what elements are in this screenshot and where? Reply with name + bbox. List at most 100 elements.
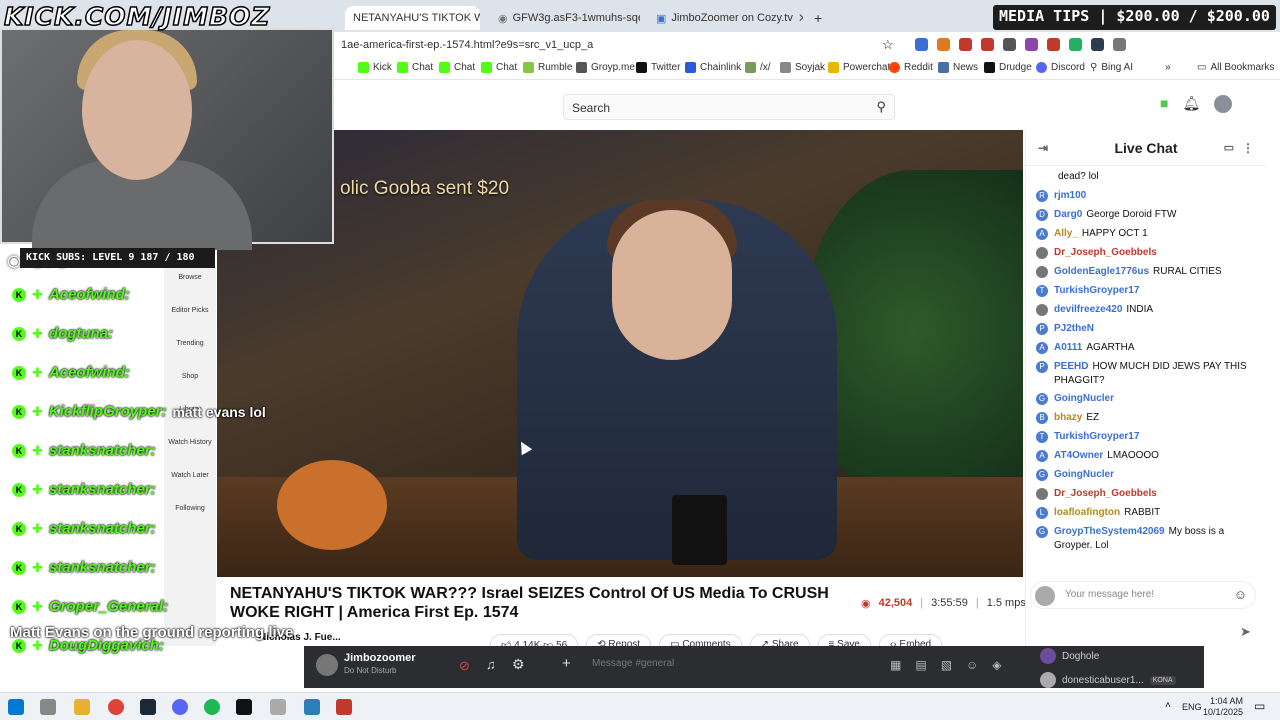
- chat-username[interactable]: GoingNucler: [1054, 393, 1114, 404]
- url-field[interactable]: 1ae-america-first-ep.-1574.html?e9s=src_…: [341, 39, 593, 51]
- extension-icon[interactable]: [1091, 38, 1104, 51]
- chat-avatar: [1036, 266, 1048, 278]
- app-icon[interactable]: [304, 699, 320, 715]
- extension-icon[interactable]: [937, 38, 950, 51]
- chat-username[interactable]: PEEHD: [1054, 361, 1088, 372]
- chrome-icon[interactable]: [108, 699, 124, 715]
- bookmark-drudge[interactable]: Drudge: [984, 62, 1032, 73]
- mic-muted-icon[interactable]: ⊘: [459, 658, 470, 674]
- folder-icon[interactable]: [74, 699, 90, 715]
- bookmark-discord[interactable]: Discord: [1036, 62, 1085, 73]
- terminal-icon[interactable]: [236, 699, 252, 715]
- more-icon[interactable]: ⋮: [1242, 141, 1254, 155]
- bookmark-rumble[interactable]: Rumble: [523, 62, 572, 73]
- gif-icon[interactable]: ▤: [915, 658, 926, 672]
- notification-icon[interactable]: ▭: [1254, 699, 1265, 713]
- task-view-icon[interactable]: [40, 699, 56, 715]
- bookmark-groyp[interactable]: Groyp.me: [576, 62, 635, 73]
- chat-username[interactable]: GroypTheSystem42069: [1054, 526, 1165, 537]
- chat-message-body: TurkishGroyper17: [1054, 284, 1143, 298]
- bookmark-chainlink[interactable]: Chainlink: [685, 62, 741, 73]
- bell-icon[interactable]: 🔔︎: [1182, 95, 1200, 113]
- bookmark-chat[interactable]: Chat: [397, 62, 433, 73]
- bookmark-kick[interactable]: Kick: [358, 62, 392, 73]
- chat-username[interactable]: bhazy: [1054, 412, 1082, 423]
- chat-username[interactable]: Ally_: [1054, 228, 1078, 239]
- chat-username[interactable]: GoingNucler: [1054, 469, 1114, 480]
- bookmark-chat[interactable]: Chat: [481, 62, 517, 73]
- chat-username[interactable]: Darg0: [1054, 209, 1082, 220]
- new-tab-button[interactable]: +: [806, 6, 826, 30]
- chat-username[interactable]: devilfreeze420: [1054, 304, 1122, 315]
- chat-username[interactable]: rjm100: [1054, 190, 1086, 201]
- bookmark-label: Drudge: [999, 62, 1032, 73]
- bookmark-soyjak[interactable]: Soyjak: [780, 62, 825, 73]
- bookmark-chat[interactable]: Chat: [439, 62, 475, 73]
- bookmark-x[interactable]: /x/: [745, 62, 771, 73]
- extension-icon[interactable]: [1069, 38, 1082, 51]
- chat-username[interactable]: Dr_Joseph_Goebbels: [1054, 247, 1157, 258]
- obs-icon[interactable]: [336, 699, 352, 715]
- avatar[interactable]: [1214, 95, 1233, 113]
- emoji-icon[interactable]: ☺: [1234, 587, 1247, 602]
- bookmark-label: Chainlink: [700, 62, 742, 73]
- bookmark-twitter[interactable]: Twitter: [636, 62, 680, 73]
- chat-username[interactable]: TurkishGroyper17: [1054, 285, 1139, 296]
- chat-username[interactable]: A0111: [1054, 342, 1082, 353]
- all-bookmarks[interactable]: ▭ All Bookmarks: [1197, 62, 1274, 73]
- popout-icon[interactable]: ▭: [1224, 141, 1234, 154]
- video-player[interactable]: [217, 130, 1023, 577]
- chat-avatar: [1036, 304, 1048, 316]
- chat-username[interactable]: loafloafington: [1054, 507, 1120, 518]
- close-icon[interactable]: ✕: [798, 11, 803, 25]
- tab-netanyahu[interactable]: NETANYAHU'S TIKTOK WA ✕: [345, 6, 480, 30]
- bookmark-bing[interactable]: ⚲ Bing AI: [1090, 62, 1133, 73]
- steam-icon[interactable]: [140, 699, 156, 715]
- tray-chevron-icon[interactable]: ˄: [1165, 700, 1171, 711]
- discord-member[interactable]: donesticabuser1... KONA: [1040, 672, 1176, 688]
- extension-icon[interactable]: [959, 38, 972, 51]
- collapse-icon[interactable]: ⇥: [1038, 141, 1048, 155]
- gear-icon[interactable]: ⚙: [512, 656, 525, 673]
- bookmark-reddit[interactable]: Reddit: [889, 62, 933, 73]
- extension-icon[interactable]: [1047, 38, 1060, 51]
- chat-input[interactable]: Your message here! ☺: [1030, 581, 1256, 609]
- chat-message: Dr_Joseph_Goebbels: [1026, 485, 1266, 504]
- discord-member[interactable]: Doghole: [1040, 648, 1099, 664]
- chat-avatar: B: [1036, 412, 1048, 424]
- app-icon[interactable]: [270, 699, 286, 715]
- spotify-icon[interactable]: [204, 699, 220, 715]
- bookmark-news[interactable]: News: [938, 62, 978, 73]
- emoji-icon[interactable]: ☺: [966, 658, 978, 672]
- chat-username[interactable]: TurkishGroyper17: [1054, 431, 1139, 442]
- clock[interactable]: 1:04 AM 10/1/2025: [1203, 696, 1243, 718]
- camera-icon[interactable]: ■: [1160, 95, 1168, 113]
- star-icon[interactable]: ☆: [882, 37, 894, 53]
- headset-icon[interactable]: ♫: [486, 657, 496, 672]
- game-icon[interactable]: ◈: [992, 658, 1001, 672]
- send-icon[interactable]: ➤: [1240, 624, 1251, 640]
- search-input[interactable]: Search ⚲: [563, 94, 895, 120]
- extension-icon[interactable]: [981, 38, 994, 51]
- tab-gfw[interactable]: ◉ GFW3g.asF3-1wmuhs-sqec7i ✕: [490, 6, 640, 30]
- discord-icon[interactable]: [172, 699, 188, 715]
- search-icon[interactable]: ⚲: [876, 99, 886, 115]
- bookmark-powerchat[interactable]: Powerchat: [828, 62, 890, 73]
- chat-username[interactable]: AT4Owner: [1054, 450, 1103, 461]
- extension-icon[interactable]: [1003, 38, 1016, 51]
- puzzle-icon[interactable]: [1113, 38, 1126, 51]
- chat-username[interactable]: GoldenEagle1776us: [1054, 266, 1149, 277]
- gift-icon[interactable]: ▦: [890, 658, 901, 672]
- avatar[interactable]: [316, 654, 338, 676]
- chat-username[interactable]: PJ2theN: [1054, 323, 1094, 334]
- chat-username[interactable]: Dr_Joseph_Goebbels: [1054, 488, 1157, 499]
- windows-icon[interactable]: [8, 699, 24, 715]
- bookmarks-overflow[interactable]: »: [1165, 62, 1171, 73]
- add-icon[interactable]: +: [562, 655, 571, 672]
- tab-cozy[interactable]: ▣ JimboZoomer on Cozy.tv ✕: [648, 6, 803, 30]
- extension-icon[interactable]: [1025, 38, 1038, 51]
- extension-icon[interactable]: [915, 38, 928, 51]
- sticker-icon[interactable]: ▧: [941, 658, 952, 672]
- discord-message-input[interactable]: Message #general: [592, 658, 674, 669]
- language-indicator[interactable]: ENG: [1182, 702, 1202, 712]
